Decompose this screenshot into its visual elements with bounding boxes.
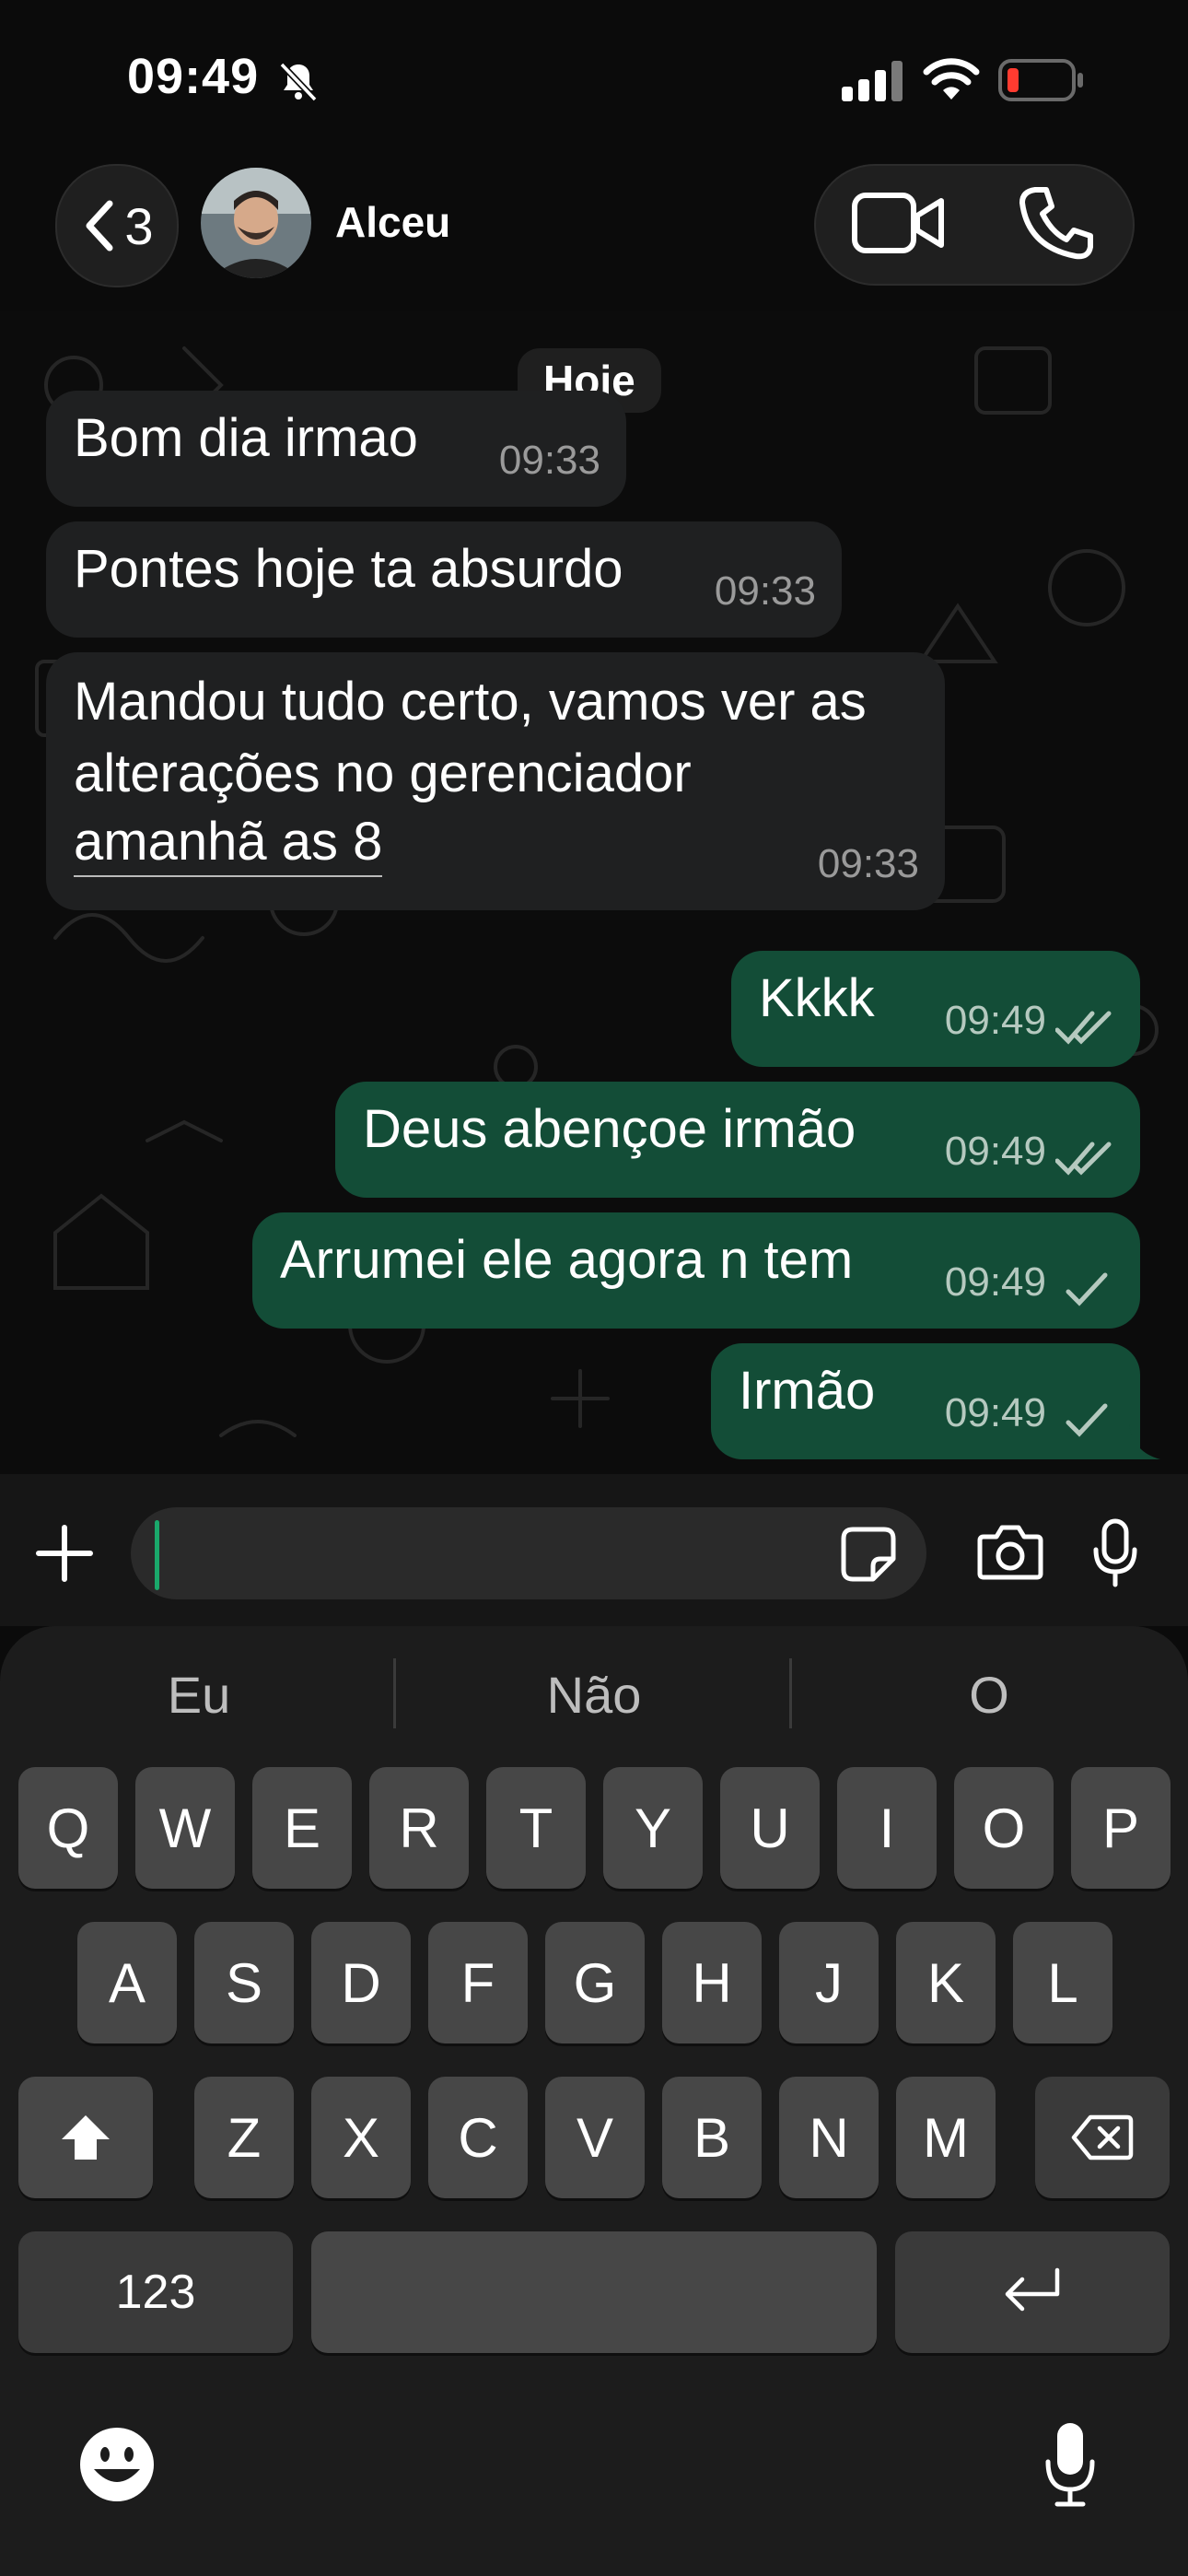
message-time: 09:33 <box>714 568 816 614</box>
message-outgoing[interactable]: Kkkk 09:49 <box>731 951 1140 1067</box>
key-k[interactable]: K <box>896 1922 996 2043</box>
suggestion[interactable]: Eu <box>6 1663 392 1727</box>
status-time: 09:49 <box>127 49 260 104</box>
double-check-icon <box>1055 1011 1112 1045</box>
avatar[interactable] <box>201 168 311 278</box>
key-l[interactable]: L <box>1013 1922 1112 2043</box>
message-incoming[interactable]: Pontes hoje ta absurdo 09:33 <box>46 521 842 638</box>
key-v[interactable]: V <box>545 2077 645 2198</box>
key-i[interactable]: I <box>837 1767 937 1889</box>
message-time: 09:49 <box>944 998 1046 1043</box>
key-o[interactable]: O <box>954 1767 1054 1889</box>
message-outgoing[interactable]: Irmão 09:49 <box>711 1343 1140 1459</box>
key-z[interactable]: Z <box>194 2077 294 2198</box>
battery-icon <box>998 59 1083 101</box>
key-j[interactable]: J <box>779 1922 879 2043</box>
message-incoming[interactable]: Mandou tudo certo, vamos ver as alteraçõ… <box>46 652 945 910</box>
message-text: Bom dia irmao <box>74 408 418 468</box>
key-t[interactable]: T <box>486 1767 586 1889</box>
key-m[interactable]: M <box>896 2077 996 2198</box>
key-g[interactable]: G <box>545 1922 645 2043</box>
message-time: 09:49 <box>944 1259 1046 1305</box>
shift-key[interactable] <box>18 2077 153 2198</box>
key-p[interactable]: P <box>1071 1767 1171 1889</box>
double-check-icon <box>1055 1142 1112 1176</box>
key-q[interactable]: Q <box>18 1767 118 1889</box>
plus-icon[interactable] <box>35 1524 94 1583</box>
message-input[interactable] <box>131 1507 926 1599</box>
key-h[interactable]: H <box>662 1922 762 2043</box>
key-c[interactable]: C <box>428 2077 528 2198</box>
key-f[interactable]: F <box>428 1922 528 2043</box>
key-s[interactable]: S <box>194 1922 294 2043</box>
return-key[interactable] <box>895 2231 1170 2353</box>
bell-slash-icon <box>279 62 318 102</box>
suggestion-divider <box>789 1658 792 1728</box>
suggestion[interactable]: Não <box>401 1663 787 1727</box>
key-y[interactable]: Y <box>603 1767 703 1889</box>
wifi-icon <box>923 58 980 100</box>
single-check-icon <box>1066 1403 1108 1437</box>
key-w[interactable]: W <box>135 1767 235 1889</box>
message-time: 09:49 <box>944 1129 1046 1174</box>
message-text: Pontes hoje ta absurdo <box>74 539 623 599</box>
message-outgoing[interactable]: Deus abençoe irmão 09:49 <box>335 1082 1140 1198</box>
bubble-tail <box>1129 1424 1160 1459</box>
message-incoming[interactable]: Bom dia irmao 09:33 <box>46 391 626 507</box>
contact-name[interactable]: Alceu <box>335 197 450 247</box>
phone-icon[interactable] <box>1019 184 1094 262</box>
return-icon <box>1005 2267 1060 2312</box>
dictation-microphone-icon[interactable] <box>1042 2419 1098 2508</box>
message-outgoing[interactable]: Arrumei ele agora n tem 09:49 <box>252 1212 1140 1329</box>
unread-count: 3 <box>124 196 154 255</box>
single-check-icon <box>1066 1272 1108 1306</box>
message-text: Irmão <box>739 1361 876 1421</box>
key-u[interactable]: U <box>720 1767 820 1889</box>
message-time: 09:33 <box>817 841 919 886</box>
shift-icon <box>62 2115 110 2160</box>
key-n[interactable]: N <box>779 2077 879 2198</box>
text-cursor <box>155 1520 159 1590</box>
suggestion[interactable]: O <box>796 1663 1182 1727</box>
message-text: Kkkk <box>759 968 875 1028</box>
message-text-line: alterações no gerenciador <box>74 744 692 803</box>
space-key[interactable] <box>311 2231 877 2353</box>
key-r[interactable]: R <box>369 1767 469 1889</box>
camera-icon[interactable] <box>976 1522 1044 1581</box>
key-d[interactable]: D <box>311 1922 411 2043</box>
backspace-icon <box>1071 2114 1134 2160</box>
numbers-key[interactable]: 123 <box>18 2231 293 2353</box>
date-link[interactable]: amanhã as 8 <box>74 809 383 877</box>
message-time: 09:49 <box>944 1390 1046 1435</box>
chevron-left-icon <box>86 200 113 252</box>
key-x[interactable]: X <box>311 2077 411 2198</box>
back-button[interactable]: 3 <box>55 164 179 287</box>
video-call-icon[interactable] <box>851 188 947 258</box>
key-e[interactable]: E <box>252 1767 352 1889</box>
cellular-signal-icon <box>842 61 903 101</box>
message-text-line: Mandou tudo certo, vamos ver as <box>74 672 867 732</box>
key-a[interactable]: A <box>77 1922 177 2043</box>
suggestion-divider <box>393 1658 396 1728</box>
message-text: Arrumei ele agora n tem <box>280 1230 854 1290</box>
microphone-icon[interactable] <box>1092 1518 1138 1588</box>
key-b[interactable]: B <box>662 2077 762 2198</box>
emoji-icon[interactable] <box>77 2425 157 2504</box>
message-time: 09:33 <box>498 438 600 483</box>
delete-key[interactable] <box>1035 2077 1170 2198</box>
sticker-icon[interactable] <box>840 1526 897 1583</box>
message-text: Deus abençoe irmão <box>363 1099 856 1159</box>
